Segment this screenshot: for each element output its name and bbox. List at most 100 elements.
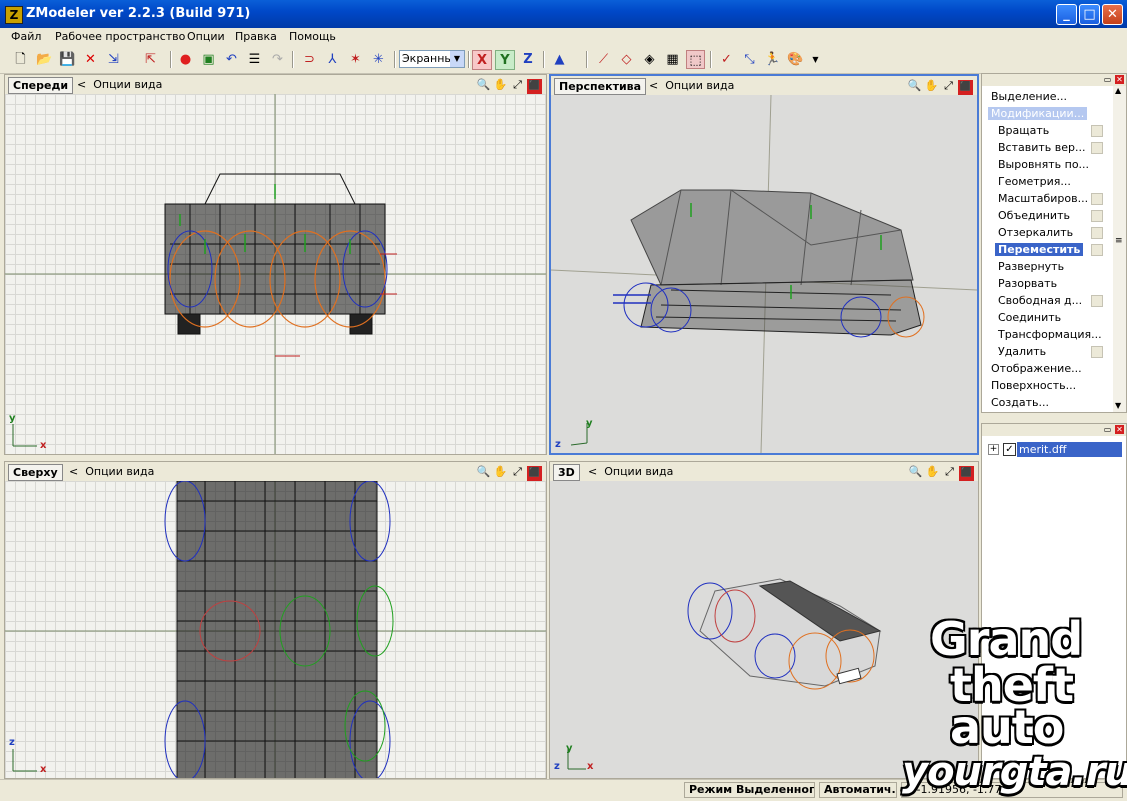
command-item[interactable]: Создать... — [991, 396, 1049, 409]
command-option-checkbox[interactable] — [1091, 295, 1103, 307]
redo-icon[interactable]: ↷ — [268, 50, 287, 69]
menu-workspace[interactable]: Рабочее пространство — [55, 30, 185, 43]
chevron-down-icon[interactable]: ▼ — [450, 51, 464, 67]
object-mode-icon[interactable]: ▦ — [663, 50, 682, 69]
menu-options[interactable]: Опции — [187, 30, 225, 43]
menu-file[interactable]: Файл — [11, 30, 41, 43]
panel-minimize-icon[interactable]: ▭ — [1103, 75, 1112, 84]
command-item[interactable]: Удалить — [998, 345, 1046, 358]
command-item[interactable]: Масштабиров... — [998, 192, 1088, 205]
scrollbar[interactable]: ▲ ≡ ▼ — [1113, 86, 1126, 412]
expand-icon[interactable]: + — [988, 444, 999, 455]
command-option-checkbox[interactable] — [1091, 227, 1103, 239]
pan-hand-icon[interactable]: ✋ — [493, 77, 508, 92]
fit-view-icon[interactable]: ⤢ — [510, 77, 525, 92]
close-button[interactable]: ✕ — [1102, 4, 1123, 25]
viewport-canvas[interactable]: z x — [5, 481, 546, 778]
axis-y-toggle[interactable]: Y — [495, 50, 515, 70]
maximize-viewport-icon[interactable]: ⬛ — [958, 80, 973, 95]
panel-close-icon[interactable]: ✕ — [1115, 75, 1124, 84]
axis-z-toggle[interactable]: Z — [518, 50, 538, 70]
selection-mode-status[interactable]: Режим Выделенного — [684, 782, 815, 798]
viewport-front[interactable]: Спереди < Опции вида 🔍 ✋ ⤢ ⬛ y x — [4, 74, 547, 455]
maximize-viewport-icon[interactable]: ⬛ — [527, 79, 542, 94]
command-item[interactable]: Переместить — [995, 243, 1084, 256]
zoom-icon[interactable]: 🔍 — [907, 78, 922, 93]
viewport-perspective[interactable]: Перспектива < Опции вида 🔍 ✋ ⤢ ⬛ y z — [549, 74, 979, 455]
fit-view-icon[interactable]: ⤢ — [510, 464, 525, 479]
maximize-button[interactable]: □ — [1079, 4, 1100, 25]
command-item[interactable]: Трансформация... — [998, 328, 1102, 341]
viewport-name[interactable]: Спереди — [8, 77, 74, 94]
command-item[interactable]: Вращать — [998, 124, 1049, 137]
command-item[interactable]: Выделение... — [991, 90, 1067, 103]
tool-scale-icon[interactable]: ⤡ — [740, 50, 759, 69]
maximize-viewport-icon[interactable]: ⬛ — [959, 466, 974, 481]
viewport-canvas[interactable]: y z — [551, 95, 977, 453]
import-icon[interactable]: ⇲ — [104, 50, 123, 69]
auto-status[interactable]: Автоматич. — [819, 782, 897, 798]
new-file-icon[interactable]: 🗋 — [11, 50, 30, 69]
fit-view-icon[interactable]: ⤢ — [942, 464, 957, 479]
chevron-down-icon[interactable]: ▼ — [806, 50, 825, 69]
scroll-thumb-icon[interactable]: ≡ — [1115, 236, 1123, 246]
viewport-canvas[interactable]: y x z — [550, 481, 978, 778]
zoom-icon[interactable]: 🔍 — [476, 464, 491, 479]
command-option-checkbox[interactable] — [1091, 244, 1103, 256]
tool-pick-icon[interactable]: ✓ — [717, 50, 736, 69]
command-item[interactable]: Развернуть — [998, 260, 1064, 273]
view-combo[interactable]: Экранны ▼ — [399, 50, 465, 68]
notes-icon[interactable]: ☰ — [245, 50, 264, 69]
open-folder-icon[interactable]: 📂 — [35, 50, 54, 69]
view-options-menu[interactable]: < Опции вида — [77, 78, 162, 91]
view-options-menu[interactable]: < Опции вида — [649, 79, 734, 92]
command-item[interactable]: Отзеркалить — [998, 226, 1073, 239]
command-item[interactable]: Геометрия... — [998, 175, 1071, 188]
viewport-3d[interactable]: 3D < Опции вида 🔍 ✋ ⤢ ⬛ y x z — [549, 461, 979, 779]
command-item[interactable]: Поверхность... — [991, 379, 1076, 392]
save-icon[interactable]: 💾 — [58, 50, 77, 69]
zoom-icon[interactable]: 🔍 — [908, 464, 923, 479]
viewport-canvas[interactable]: y x — [5, 94, 546, 454]
app-icon[interactable]: Z — [5, 6, 23, 24]
pivot-icon[interactable]: ✳ — [369, 50, 388, 69]
maximize-viewport-icon[interactable]: ⬛ — [527, 466, 542, 481]
tree-item[interactable]: + ✓ merit.dff — [985, 442, 1122, 458]
command-item[interactable]: Вставить вер... — [998, 141, 1085, 154]
record-icon[interactable]: ● — [176, 50, 195, 69]
panel-minimize-icon[interactable]: ▭ — [1103, 425, 1112, 434]
axes-icon[interactable]: ⅄ — [323, 50, 342, 69]
visibility-checkbox[interactable]: ✓ — [1003, 443, 1016, 456]
render-icon[interactable]: 🎨 — [786, 50, 805, 69]
magnet-icon[interactable]: ⊃ — [300, 50, 319, 69]
scroll-down-icon[interactable]: ▼ — [1115, 401, 1121, 410]
command-item[interactable]: Выровнять по... — [998, 158, 1089, 171]
select-mode-icon[interactable]: ⬚ — [686, 50, 705, 69]
edge-mode-icon[interactable]: ◇ — [617, 50, 636, 69]
pan-hand-icon[interactable]: ✋ — [924, 78, 939, 93]
delete-icon[interactable]: ✕ — [81, 50, 100, 69]
command-option-checkbox[interactable] — [1091, 346, 1103, 358]
command-option-checkbox[interactable] — [1091, 193, 1103, 205]
command-option-checkbox[interactable] — [1091, 125, 1103, 137]
command-item[interactable]: Модификации... — [988, 107, 1088, 120]
texture-icon[interactable]: ▣ — [199, 50, 218, 69]
export-icon[interactable]: ⇱ — [141, 50, 160, 69]
pan-hand-icon[interactable]: ✋ — [925, 464, 940, 479]
axis-x-toggle[interactable]: X — [472, 50, 492, 70]
figure-icon[interactable]: 🏃 — [763, 50, 782, 69]
command-option-checkbox[interactable] — [1091, 142, 1103, 154]
command-option-checkbox[interactable] — [1091, 210, 1103, 222]
cone-icon[interactable]: ▲ — [550, 50, 569, 69]
viewport-top[interactable]: Сверху < Опции вида 🔍 ✋ ⤢ ⬛ z x — [4, 461, 547, 779]
command-item[interactable]: Свободная д... — [998, 294, 1082, 307]
panel-close-icon[interactable]: ✕ — [1115, 425, 1124, 434]
undo-icon[interactable]: ↶ — [222, 50, 241, 69]
scroll-up-icon[interactable]: ▲ — [1115, 86, 1121, 95]
menu-edit[interactable]: Правка — [235, 30, 277, 43]
minimize-button[interactable]: _ — [1056, 4, 1077, 25]
viewport-name[interactable]: 3D — [553, 464, 580, 481]
vertex-mode-icon[interactable]: ⟋ — [594, 50, 613, 69]
face-mode-icon[interactable]: ◈ — [640, 50, 659, 69]
command-item[interactable]: Отображение... — [991, 362, 1082, 375]
